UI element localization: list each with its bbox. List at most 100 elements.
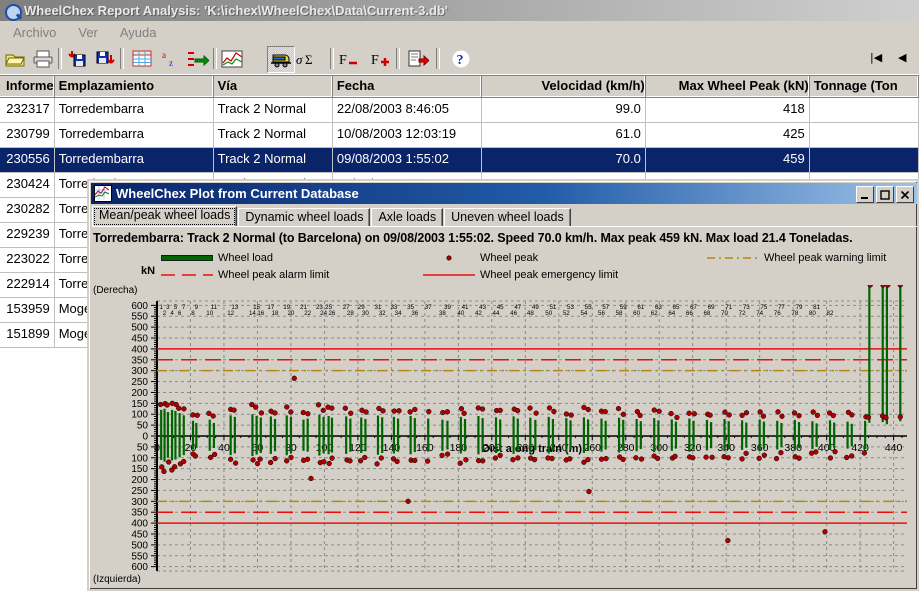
svg-text:600: 600 [131, 562, 148, 573]
column-header-maxwheelpeak[interactable]: Max Wheel Peak (kN) [645, 76, 810, 98]
table-icon[interactable] [129, 46, 155, 71]
menu-item-ayuda[interactable]: Ayuda [111, 23, 166, 42]
svg-text:σ: σ [296, 52, 303, 67]
cell-emplazamiento: Torredembarra [54, 148, 214, 173]
tab-uneven-wheel-loads[interactable]: Uneven wheel loads [444, 208, 571, 227]
main-title-bar: WheelChex Report Analysis: 'K:\ichex\Whe… [0, 0, 919, 21]
svg-text:78: 78 [791, 310, 798, 317]
cell-emplazamiento: Torredembarra [54, 98, 214, 123]
svg-text:64: 64 [668, 310, 675, 317]
svg-text:400: 400 [131, 344, 148, 355]
f-plus-icon[interactable]: F [368, 46, 394, 71]
legend-label-wheel-peak-alarm-limit: Wheel peak alarm limit [218, 269, 330, 281]
filter-arrow-icon[interactable] [185, 46, 211, 71]
svg-text:8: 8 [191, 310, 195, 317]
chart-icon[interactable] [219, 46, 245, 71]
export-save-icon[interactable] [92, 46, 118, 71]
svg-text:56: 56 [598, 310, 605, 317]
sigma-stats-icon[interactable]: σΣ [296, 46, 322, 71]
table-row[interactable]: 230556 Torredembarra Track 2 Normal 09/08/2… [0, 148, 919, 173]
svg-text:75: 75 [760, 304, 767, 311]
sort-az-icon[interactable]: az [157, 46, 183, 71]
cell-velocidad: 70.0 [481, 148, 646, 173]
cell-informe: 230556 [0, 148, 55, 173]
svg-text:71: 71 [725, 304, 732, 311]
table-row[interactable]: 230799 Torredembarra Track 2 Normal 10/08/2… [0, 123, 919, 148]
menu-item-ver[interactable]: Ver [69, 23, 107, 42]
cell-informe: 230424 [0, 173, 55, 198]
svg-text:340: 340 [717, 442, 735, 454]
plot-canvas[interactable]: (Derecha) (Izquierda) 0 50 100 150 200 250 300… [93, 285, 915, 585]
tab-axle-loads[interactable]: Axle loads [371, 208, 444, 227]
svg-text:11: 11 [211, 304, 218, 311]
train-plot-icon[interactable] [267, 46, 295, 73]
open-folder-icon[interactable] [2, 46, 28, 71]
export-report-icon[interactable] [405, 46, 431, 71]
toolbar-separator [213, 48, 217, 69]
svg-text:66: 66 [686, 310, 693, 317]
svg-text:74: 74 [756, 310, 763, 317]
cell-fecha: 22/08/2003 8:46:05 [332, 98, 482, 123]
application-window: WheelChex Report Analysis: 'K:\ichex\Whe… [0, 0, 919, 591]
svg-text:12: 12 [227, 310, 234, 317]
svg-text:53: 53 [567, 304, 574, 311]
svg-text:440: 440 [885, 442, 903, 454]
svg-text:6: 6 [178, 310, 182, 317]
help-icon[interactable]: ? [448, 46, 474, 71]
svg-text:50: 50 [137, 442, 149, 453]
magnifier-icon [3, 3, 22, 21]
alarm-limit-swatch-icon [161, 270, 213, 280]
svg-text:24: 24 [320, 310, 327, 317]
previous-record-button[interactable]: ◀ [898, 51, 906, 64]
svg-text:2: 2 [163, 310, 167, 317]
legend-label-wheel-peak-emergency-limit: Wheel peak emergency limit [480, 269, 619, 281]
table-row[interactable]: 232317 Torredembarra Track 2 Normal 22/08/2… [0, 98, 919, 123]
cell-via: Track 2 Normal [213, 98, 333, 123]
close-button[interactable] [896, 186, 914, 203]
main-window-title: WheelChex Report Analysis: 'K:\ichex\Whe… [24, 3, 448, 18]
svg-text:250: 250 [131, 486, 148, 497]
svg-text:20: 20 [287, 310, 294, 317]
svg-text:81: 81 [813, 304, 820, 311]
cell-fecha: 10/08/2003 12:03:19 [332, 123, 482, 148]
svg-text:47: 47 [514, 304, 521, 311]
mean-peak-wheel-loads-chart: 0501001502002503003504004505005506005010… [95, 285, 915, 585]
svg-text:550: 550 [131, 312, 148, 323]
svg-text:48: 48 [527, 310, 534, 317]
minimize-button[interactable] [856, 186, 874, 203]
svg-text:80: 80 [809, 310, 816, 317]
column-header-fecha[interactable]: Fecha [332, 76, 482, 98]
svg-text:68: 68 [703, 310, 710, 317]
cell-via: Track 2 Normal [213, 148, 333, 173]
svg-text:60: 60 [633, 310, 640, 317]
maximize-button[interactable] [876, 186, 894, 203]
import-save-icon[interactable] [64, 46, 90, 71]
svg-text:26: 26 [328, 310, 335, 317]
svg-text:100: 100 [131, 410, 148, 421]
column-header-via[interactable]: Vía [213, 76, 333, 98]
menu-item-archivo[interactable]: Archivo [4, 23, 65, 42]
column-header-tonnage[interactable]: Tonnage (Ton [809, 76, 919, 98]
svg-text:?: ? [457, 53, 464, 68]
column-header-emplazamiento[interactable]: Emplazamiento [54, 76, 214, 98]
svg-text:200: 200 [131, 388, 148, 399]
cell-velocidad: 99.0 [481, 98, 646, 123]
svg-text:40: 40 [218, 442, 230, 454]
column-header-informe[interactable]: Informe [0, 76, 55, 98]
column-header-velocidad[interactable]: Velocidad (km/h) [481, 76, 646, 98]
f-minus-icon[interactable]: F [336, 46, 362, 71]
tab-mean-peak-wheel-loads[interactable]: Mean/peak wheel loads [92, 206, 238, 227]
cell-fecha: 09/08/2003 1:55:02 [332, 148, 482, 173]
svg-text:50: 50 [545, 310, 552, 317]
legend-label-wheel-load: Wheel load [218, 252, 274, 264]
cell-informe: 222914 [0, 273, 55, 298]
cell-tonnage [809, 98, 919, 123]
svg-text:34: 34 [395, 310, 402, 317]
tab-dynamic-wheel-loads[interactable]: Dynamic wheel loads [238, 208, 371, 227]
svg-text:450: 450 [131, 529, 148, 540]
legend-item-wheel-load: Wheel load [160, 252, 274, 264]
plot-chart-icon [94, 185, 112, 202]
first-record-button[interactable]: |◀ [870, 51, 882, 64]
print-icon[interactable] [30, 46, 56, 71]
svg-text:45: 45 [497, 304, 504, 311]
